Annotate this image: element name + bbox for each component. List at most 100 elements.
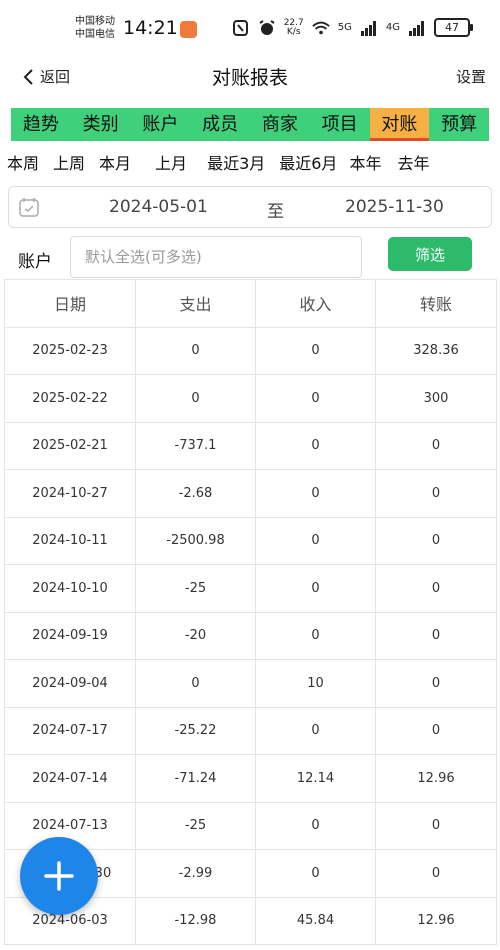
cell-expense: 0 <box>136 375 256 423</box>
cell-income: 0 <box>256 802 376 850</box>
carrier-info: 中国移动 中国电信 <box>75 15 115 41</box>
cell-income: 0 <box>256 422 376 470</box>
period-last-6-months[interactable]: 最近6月 <box>279 150 337 173</box>
table-row[interactable]: 2025-02-22 0 0 300 <box>5 375 497 423</box>
table-row[interactable]: 2025-02-21 -737.1 0 0 <box>5 422 497 470</box>
app-header: 返回 对账报表 设置 <box>0 56 500 100</box>
cell-expense: 0 <box>136 327 256 375</box>
date-separator: 至 <box>267 202 284 222</box>
cell-income: 10 <box>256 660 376 708</box>
cell-income: 0 <box>256 565 376 613</box>
period-last-month[interactable]: 上月 <box>155 150 187 173</box>
cell-transfer: 0 <box>376 565 497 613</box>
cell-transfer: 12.96 <box>376 897 497 945</box>
table-header: 日期 支出 收入 转账 <box>5 280 497 328</box>
cell-date: 2024-09-04 <box>5 660 136 708</box>
cell-date: 2025-02-21 <box>5 422 136 470</box>
cell-transfer: 0 <box>376 660 497 708</box>
add-record-button[interactable] <box>20 837 98 915</box>
cell-date: 2024-10-10 <box>5 565 136 613</box>
cell-expense: -12.98 <box>136 897 256 945</box>
report-tabs: 趋势 类别 账户 成员 商家 项目 对账 预算 <box>11 108 489 141</box>
cell-expense: 0 <box>136 660 256 708</box>
start-date[interactable]: 2024-05-01 <box>109 197 208 217</box>
cell-date: 2025-02-22 <box>5 375 136 423</box>
cell-expense: -2500.98 <box>136 517 256 565</box>
table-row[interactable]: 2024-09-04 0 10 0 <box>5 660 497 708</box>
column-header-date[interactable]: 日期 <box>5 280 136 328</box>
cell-expense: -25.22 <box>136 707 256 755</box>
cell-income: 0 <box>256 850 376 898</box>
column-header-expense[interactable]: 支出 <box>136 280 256 328</box>
period-last-week[interactable]: 上周 <box>53 150 85 173</box>
cell-income: 0 <box>256 327 376 375</box>
signal-5g-label: 5G <box>337 22 352 33</box>
cell-date: 2024-10-27 <box>5 470 136 518</box>
cell-transfer: 0 <box>376 707 497 755</box>
table-row[interactable]: 2024-10-27 -2.68 0 0 <box>5 470 497 518</box>
cell-transfer: 0 <box>376 612 497 660</box>
cell-transfer: 0 <box>376 517 497 565</box>
account-select-input[interactable] <box>70 236 362 278</box>
battery-indicator: 47 <box>434 18 473 37</box>
cell-date: 2024-10-11 <box>5 517 136 565</box>
wifi-icon <box>312 21 330 34</box>
cell-transfer: 0 <box>376 802 497 850</box>
tab-trend[interactable]: 趋势 <box>11 108 71 141</box>
alarm-icon <box>259 19 275 35</box>
settings-button[interactable]: 设置 <box>456 66 486 87</box>
end-date[interactable]: 2025-11-30 <box>345 197 444 217</box>
tab-account[interactable]: 账户 <box>131 108 191 141</box>
carrier-1: 中国移动 <box>75 16 115 27</box>
carrier-2: 中国电信 <box>75 29 115 40</box>
cell-expense: -71.24 <box>136 755 256 803</box>
cell-expense: -2.99 <box>136 850 256 898</box>
account-filter-label: 账户 <box>18 252 52 272</box>
cell-date: 2024-07-17 <box>5 707 136 755</box>
column-header-transfer[interactable]: 转账 <box>376 280 497 328</box>
tab-member[interactable]: 成员 <box>190 108 250 141</box>
cell-income: 45.84 <box>256 897 376 945</box>
status-bar: 中国移动 中国电信 14:21 22.7 K/s 5G 4G 47 <box>0 0 500 56</box>
period-selector: 本周 上周 本月 上月 最近3月 最近6月 本年 去年 <box>7 150 443 173</box>
cell-income: 0 <box>256 470 376 518</box>
period-this-week[interactable]: 本周 <box>7 150 39 173</box>
table-row[interactable]: 2024-09-19 -20 0 0 <box>5 612 497 660</box>
cell-income: 12.14 <box>256 755 376 803</box>
table-row[interactable]: 2024-10-11 -2500.98 0 0 <box>5 517 497 565</box>
period-last-year[interactable]: 去年 <box>397 150 429 173</box>
cell-transfer: 328.36 <box>376 327 497 375</box>
signal-4g-label: 4G <box>385 22 400 33</box>
cell-transfer: 0 <box>376 422 497 470</box>
cell-expense: -25 <box>136 802 256 850</box>
date-range-picker[interactable]: 2024-05-01 至 2025-11-30 <box>8 186 492 228</box>
cell-date: 2024-09-19 <box>5 612 136 660</box>
tab-budget[interactable]: 预算 <box>429 108 489 141</box>
period-this-year[interactable]: 本年 <box>349 150 381 173</box>
tab-project[interactable]: 项目 <box>310 108 370 141</box>
cell-transfer: 12.96 <box>376 755 497 803</box>
period-this-month[interactable]: 本月 <box>99 150 131 173</box>
status-time: 14:21 <box>123 17 178 39</box>
period-last-3-months[interactable]: 最近3月 <box>207 150 265 173</box>
table-row[interactable]: 2025-02-23 0 0 328.36 <box>5 327 497 375</box>
tab-merchant[interactable]: 商家 <box>250 108 310 141</box>
nfc-icon <box>232 19 248 36</box>
table-row[interactable]: 2024-07-17 -25.22 0 0 <box>5 707 497 755</box>
cell-expense: -2.68 <box>136 470 256 518</box>
cell-transfer: 0 <box>376 470 497 518</box>
table-row[interactable]: 2024-10-10 -25 0 0 <box>5 565 497 613</box>
cell-expense: -737.1 <box>136 422 256 470</box>
cell-income: 0 <box>256 707 376 755</box>
net-speed: 22.7 K/s <box>283 17 304 37</box>
tab-reconcile[interactable]: 对账 <box>369 108 430 141</box>
app-notification-icon <box>180 21 197 38</box>
cell-expense: -25 <box>136 565 256 613</box>
column-header-income[interactable]: 收入 <box>256 280 376 328</box>
page-title: 对账报表 <box>211 67 288 89</box>
cell-income: 0 <box>256 375 376 423</box>
filter-button[interactable]: 筛选 <box>388 237 472 271</box>
table-row[interactable]: 2024-07-14 -71.24 12.14 12.96 <box>5 755 497 803</box>
plus-icon <box>44 861 74 891</box>
tab-category[interactable]: 类别 <box>71 108 131 141</box>
